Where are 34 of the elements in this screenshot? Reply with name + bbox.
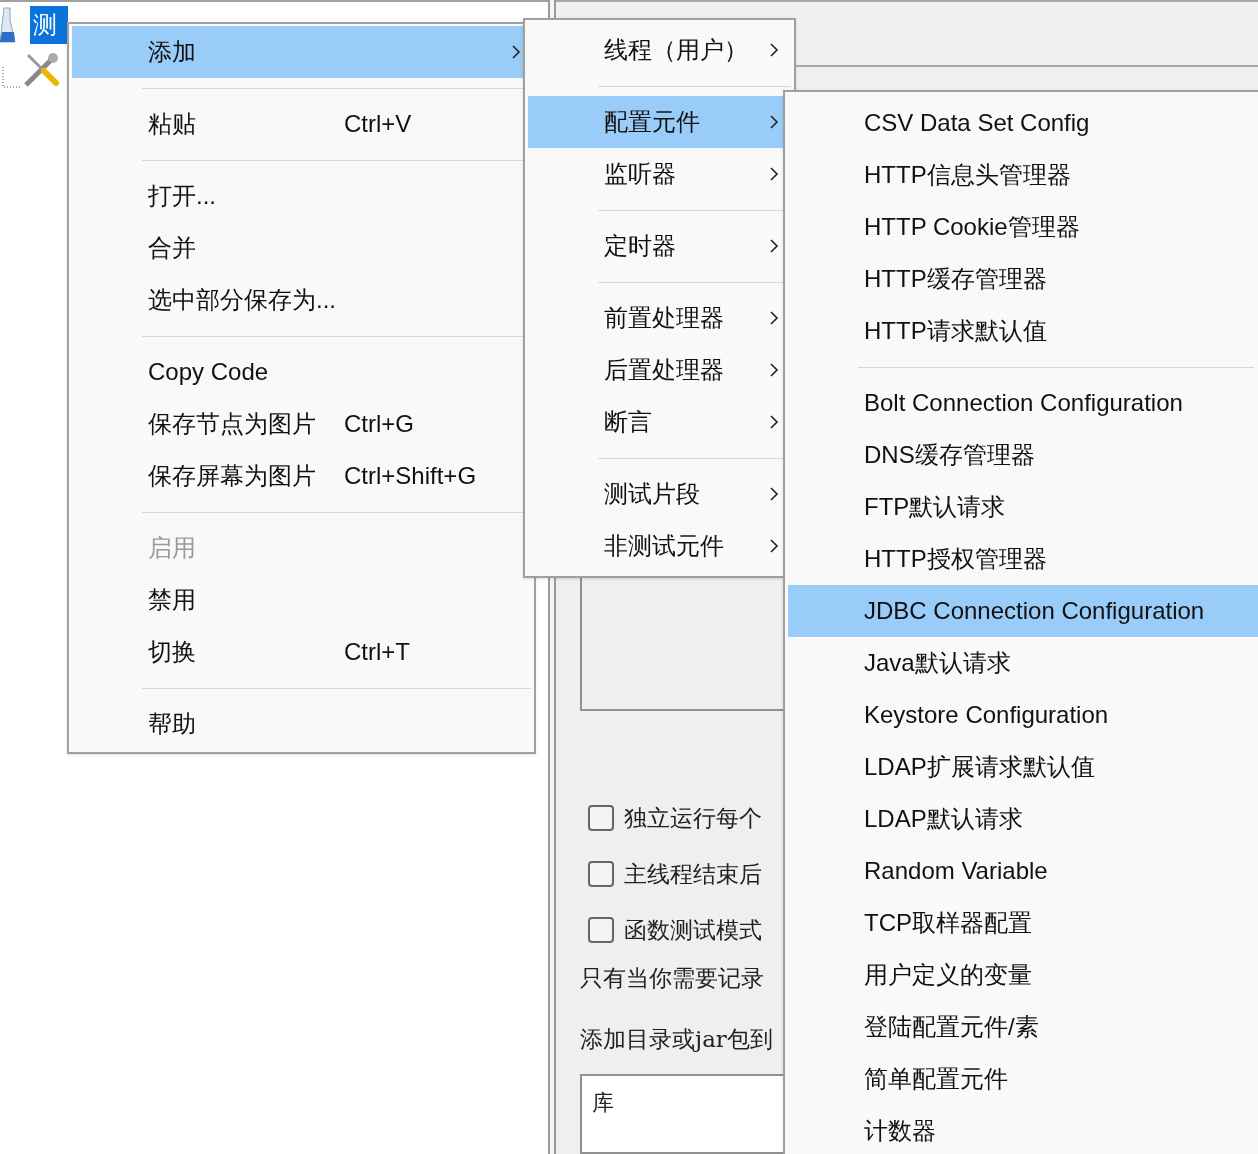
menu-item[interactable]: Random Variable bbox=[788, 845, 1258, 897]
menu-item[interactable]: Java默认请求 bbox=[788, 637, 1258, 689]
menu-item[interactable]: 帮助 bbox=[72, 698, 531, 750]
menu-item[interactable]: 登陆配置元件/素 bbox=[788, 1001, 1258, 1053]
checkbox[interactable] bbox=[588, 805, 614, 831]
dotted-connector bbox=[2, 67, 22, 89]
menu-item[interactable]: LDAP默认请求 bbox=[788, 793, 1258, 845]
checkbox[interactable] bbox=[588, 861, 614, 887]
menu-item[interactable]: HTTP Cookie管理器 bbox=[788, 201, 1258, 253]
menu-item[interactable]: Keystore Configuration bbox=[788, 689, 1258, 741]
menu-item[interactable]: HTTP信息头管理器 bbox=[788, 149, 1258, 201]
checkbox[interactable] bbox=[588, 917, 614, 943]
checkbox-label: 独立运行每个 bbox=[624, 803, 762, 833]
flask-icon bbox=[0, 6, 16, 44]
note-text: 只有当你需要记录 bbox=[580, 964, 764, 993]
menu-item[interactable]: LDAP扩展请求默认值 bbox=[788, 741, 1258, 793]
menu-item[interactable]: HTTP授权管理器 bbox=[788, 533, 1258, 585]
classpath-label: 添加目录或jar包到 bbox=[580, 1024, 773, 1054]
menu-item[interactable]: CSV Data Set Config bbox=[788, 97, 1258, 149]
menu-item[interactable]: Bolt Connection Configuration bbox=[788, 377, 1258, 429]
checkbox-label: 函数测试模式 bbox=[624, 915, 762, 945]
menu-item[interactable]: DNS缓存管理器 bbox=[788, 429, 1258, 481]
menu-item[interactable]: 切换 Ctrl+T bbox=[72, 626, 531, 678]
menu-item[interactable]: 用户定义的变量 bbox=[788, 949, 1258, 1001]
menu-item[interactable]: 线程（用户） bbox=[528, 24, 791, 76]
wrench-screwdriver-icon bbox=[22, 51, 60, 89]
menu-item[interactable]: FTP默认请求 bbox=[788, 481, 1258, 533]
menu-item[interactable]: HTTP请求默认值 bbox=[788, 305, 1258, 357]
tree-node-label[interactable]: 测 bbox=[30, 6, 68, 44]
menu-item[interactable]: 禁用 bbox=[72, 574, 531, 626]
menu-item[interactable]: JDBC Connection Configuration bbox=[788, 585, 1258, 637]
menu-item[interactable]: HTTP缓存管理器 bbox=[788, 253, 1258, 305]
menu-item[interactable]: TCP取样器配置 bbox=[788, 897, 1258, 949]
checkbox-label: 主线程结束后 bbox=[624, 859, 762, 889]
